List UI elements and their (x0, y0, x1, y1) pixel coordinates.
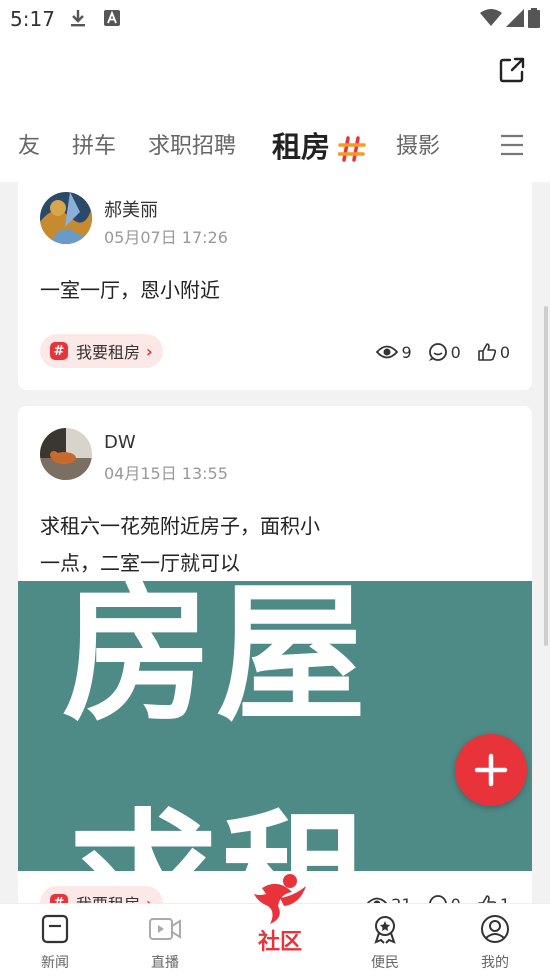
community-logo-icon (254, 874, 306, 924)
tab-jobs[interactable]: 求职招聘 (148, 128, 236, 160)
service-icon (374, 916, 396, 944)
text-notification-icon (104, 10, 120, 30)
nav-label: 社区 (257, 930, 302, 955)
comments-count: 0 (450, 342, 461, 362)
menu-icon[interactable] (500, 134, 524, 160)
post-text: 求租六一花苑附近房子，面积小 一点，二室一厅就可以 (40, 508, 400, 582)
nav-label: 我的 (481, 955, 509, 971)
chevron-right-icon: › (146, 341, 153, 361)
comment-button[interactable]: 0 (428, 342, 461, 362)
topic-tag-label: 我要租房 (76, 343, 141, 362)
post-stats: 9 0 0 (376, 342, 510, 362)
live-icon (149, 918, 181, 940)
download-icon (68, 8, 88, 32)
nav-community[interactable]: 社区 (248, 872, 312, 956)
tab-carpool[interactable]: 拼车 (72, 128, 116, 160)
image-text: 房屋 (62, 581, 371, 742)
tab-rent[interactable]: 租房 (272, 124, 330, 166)
author-name[interactable]: DW (104, 432, 136, 453)
post-date: 04月15日 13:55 (104, 464, 228, 483)
views-count: 9 (401, 342, 412, 362)
post-text-line: 求租六一花苑附近房子，面积小 (40, 514, 320, 538)
header (0, 36, 550, 106)
status-indicators (480, 8, 540, 28)
wifi-icon (480, 9, 502, 26)
nav-label: 直播 (151, 955, 179, 971)
share-icon[interactable] (498, 56, 526, 88)
avatar[interactable] (40, 428, 92, 480)
nav-live[interactable]: 直播 (135, 914, 195, 972)
post-text-line: 一点，二室一厅就可以 (40, 551, 240, 575)
topic-tag[interactable]: # 我要租房 › (40, 334, 163, 368)
post-text: 一室一厅，恩小附近 (40, 278, 220, 302)
eye-icon (376, 345, 399, 359)
add-post-button[interactable] (455, 734, 527, 806)
tab-photography[interactable]: 摄影 (396, 128, 440, 160)
scrollbar[interactable] (544, 306, 548, 646)
hashtag-icon (337, 136, 366, 166)
thumbs-up-icon (478, 343, 496, 361)
status-time: 5:17 (10, 7, 55, 31)
status-bar: 5:17 (0, 0, 550, 36)
nav-label: 新闻 (41, 955, 69, 971)
likes-count: 0 (499, 342, 510, 362)
post-image[interactable]: 房屋 求租 (18, 581, 532, 871)
signal-icon (506, 9, 524, 27)
post-card[interactable]: 郝美丽 05月07日 17:26 一室一厅，恩小附近 # 我要租房 › 9 0 … (18, 170, 532, 390)
bottom-nav: 新闻 直播 社区 便民 我的 (0, 874, 550, 979)
battery-icon (528, 8, 540, 28)
views-stat: 9 (376, 342, 412, 362)
plus-icon (474, 753, 508, 787)
profile-icon (481, 915, 509, 943)
tab-friends[interactable]: 友 (18, 128, 40, 160)
hashtag-icon: # (50, 342, 68, 360)
image-text: 求租 (68, 761, 376, 871)
comment-icon (428, 343, 447, 361)
avatar[interactable] (40, 192, 92, 244)
nav-services[interactable]: 便民 (355, 914, 415, 972)
news-icon (41, 914, 69, 944)
author-name[interactable]: 郝美丽 (104, 196, 158, 222)
post-date: 05月07日 17:26 (104, 228, 228, 247)
nav-label: 便民 (371, 955, 399, 971)
nav-news[interactable]: 新闻 (25, 914, 85, 972)
post-card[interactable]: DW 04月15日 13:55 求租六一花苑附近房子，面积小 一点，二室一厅就可… (18, 406, 532, 926)
like-button[interactable]: 0 (477, 342, 510, 362)
nav-profile[interactable]: 我的 (465, 914, 525, 972)
